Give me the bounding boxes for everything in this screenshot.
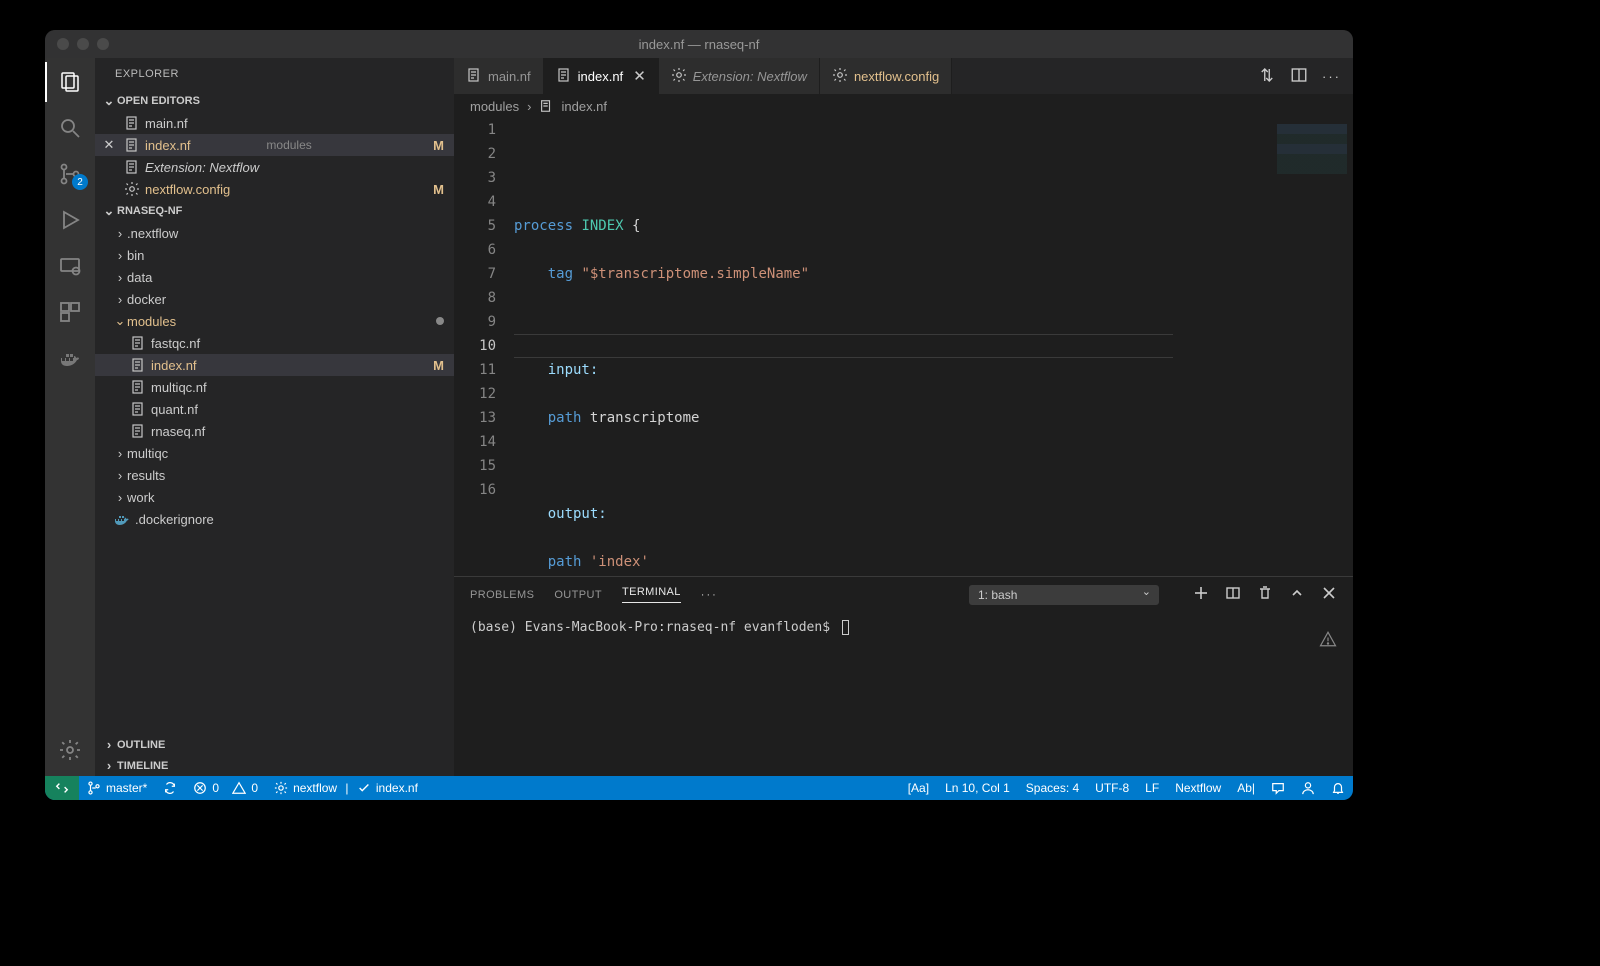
compare-icon[interactable] <box>1258 66 1276 87</box>
file-icon <box>129 423 147 440</box>
file-item[interactable]: fastqc.nf <box>95 332 454 354</box>
file-item[interactable]: .dockerignore <box>95 508 454 530</box>
file-icon <box>123 159 141 176</box>
settings-gear-icon[interactable] <box>56 736 84 764</box>
docker-icon[interactable] <box>56 344 84 372</box>
cursor-position[interactable]: Ln 10, Col 1 <box>937 776 1018 800</box>
terminal[interactable]: (base) Evans-MacBook-Pro:rnaseq-nf evanf… <box>454 612 1353 776</box>
split-editor-icon[interactable] <box>1290 66 1308 87</box>
more-icon[interactable]: ··· <box>701 589 718 601</box>
window-title: index.nf — rnaseq-nf <box>45 37 1353 52</box>
file-icon <box>113 511 131 528</box>
close-tab-icon[interactable]: ✕ <box>633 67 646 85</box>
titlebar: index.nf — rnaseq-nf <box>45 30 1353 58</box>
file-icon <box>123 115 141 132</box>
outline-header[interactable]: ›OUTLINE <box>95 734 454 755</box>
indent[interactable]: Spaces: 4 <box>1018 776 1087 800</box>
git-branch[interactable]: master* <box>79 776 155 800</box>
scm-badge: 2 <box>72 174 88 190</box>
folder-item[interactable]: ›bin <box>95 244 454 266</box>
folder-item[interactable]: ›work <box>95 486 454 508</box>
account-icon[interactable] <box>1293 776 1323 800</box>
run-debug-icon[interactable] <box>56 206 84 234</box>
folder-item[interactable]: ›results <box>95 464 454 486</box>
source-control-icon[interactable]: 2 <box>56 160 84 188</box>
errors-warnings[interactable]: 0 0 <box>185 776 266 800</box>
eol[interactable]: LF <box>1137 776 1167 800</box>
editor-tab[interactable]: index.nf✕ <box>544 58 659 94</box>
sync-icon[interactable] <box>155 776 185 800</box>
new-terminal-icon[interactable] <box>1193 585 1209 604</box>
gear-icon <box>123 181 141 198</box>
bottom-panel: PROBLEMS OUTPUT TERMINAL ··· 1: bash <box>454 576 1353 776</box>
project-header[interactable]: ⌄RNASEQ-NF <box>95 200 454 222</box>
file-item[interactable]: index.nfM <box>95 354 454 376</box>
tab-actions: ··· <box>1246 58 1353 94</box>
extensions-icon[interactable] <box>56 298 84 326</box>
bell-icon[interactable] <box>1323 776 1353 800</box>
maximize-panel-icon[interactable] <box>1289 585 1305 604</box>
tab-problems[interactable]: PROBLEMS <box>470 589 534 601</box>
split-terminal-icon[interactable] <box>1225 585 1241 604</box>
sidebar-title: EXPLORER <box>95 58 454 90</box>
gear-icon <box>671 67 687 86</box>
file-icon <box>129 379 147 396</box>
traffic-lights[interactable] <box>45 38 109 50</box>
open-editors-header[interactable]: ⌄OPEN EDITORS <box>95 90 454 112</box>
minimap[interactable] <box>1263 118 1353 576</box>
open-editor-item[interactable]: ✕index.nfmodulesM <box>95 134 454 156</box>
code-editor[interactable]: 12345678910111213141516 process INDEX { … <box>454 118 1353 576</box>
file-item[interactable]: rnaseq.nf <box>95 420 454 442</box>
editor-group: main.nfindex.nf✕Extension: Nextflownextf… <box>454 58 1353 776</box>
open-editor-item[interactable]: nextflow.configM <box>95 178 454 200</box>
editor-tab[interactable]: main.nf <box>454 58 544 94</box>
kill-terminal-icon[interactable] <box>1257 585 1273 604</box>
timeline-header[interactable]: ›TIMELINE <box>95 755 454 776</box>
vscode-window: index.nf — rnaseq-nf 2 EXPLORER ⌄OPEN ED… <box>45 30 1353 800</box>
file-icon <box>466 67 482 86</box>
folder-item[interactable]: ›.nextflow <box>95 222 454 244</box>
folder-item[interactable]: ⌄modules <box>95 310 454 332</box>
abi[interactable]: Ab| <box>1229 776 1263 800</box>
file-item[interactable]: quant.nf <box>95 398 454 420</box>
terminal-select[interactable]: 1: bash <box>969 585 1159 605</box>
breadcrumbs[interactable]: modules › index.nf <box>454 94 1353 118</box>
search-icon[interactable] <box>56 114 84 142</box>
warning-icon <box>1319 630 1337 652</box>
file-item[interactable]: multiqc.nf <box>95 376 454 398</box>
more-icon[interactable]: ··· <box>1322 69 1341 84</box>
language-mode[interactable]: Nextflow <box>1167 776 1229 800</box>
regex-status[interactable]: [Aa] <box>900 776 937 800</box>
remote-indicator[interactable] <box>45 776 79 800</box>
open-editor-item[interactable]: main.nf <box>95 112 454 134</box>
explorer-icon[interactable] <box>56 68 84 96</box>
encoding[interactable]: UTF-8 <box>1087 776 1137 800</box>
remote-explorer-icon[interactable] <box>56 252 84 280</box>
sidebar: EXPLORER ⌄OPEN EDITORS main.nf✕index.nfm… <box>95 58 454 776</box>
close-panel-icon[interactable] <box>1321 585 1337 604</box>
file-icon <box>129 335 147 352</box>
folder-item[interactable]: ›data <box>95 266 454 288</box>
open-editor-item[interactable]: Extension: Nextflow <box>95 156 454 178</box>
gear-icon <box>832 67 848 86</box>
editor-tab[interactable]: nextflow.config <box>820 58 952 94</box>
file-icon <box>129 357 147 374</box>
editor-tabs: main.nfindex.nf✕Extension: Nextflownextf… <box>454 58 1353 94</box>
folder-item[interactable]: ›docker <box>95 288 454 310</box>
file-icon <box>129 401 147 418</box>
feedback-icon[interactable] <box>1263 776 1293 800</box>
tab-output[interactable]: OUTPUT <box>554 589 602 601</box>
lang-status[interactable]: nextflow | index.nf <box>266 776 426 800</box>
file-icon <box>556 67 572 86</box>
folder-item[interactable]: ›multiqc <box>95 442 454 464</box>
activity-bar: 2 <box>45 58 95 776</box>
status-bar: master* 0 0 nextflow | index.nf [Aa] Ln … <box>45 776 1353 800</box>
file-icon <box>123 137 141 154</box>
editor-tab[interactable]: Extension: Nextflow <box>659 58 820 94</box>
tab-terminal[interactable]: TERMINAL <box>622 586 681 603</box>
